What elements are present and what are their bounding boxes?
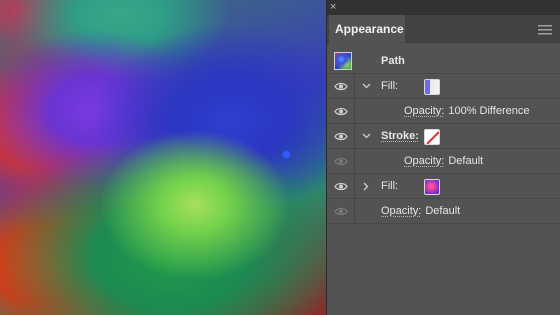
opacity-link[interactable]: Opacity: — [381, 205, 421, 217]
panel-title-bar: × — [327, 0, 560, 15]
fill-row-2[interactable]: Fill: — [327, 174, 560, 199]
fill-row-1[interactable]: Fill: — [327, 74, 560, 99]
opacity-link[interactable]: Opacity: — [404, 105, 444, 117]
appearance-attributes-list: Path Fill: Opacity: 100% Difference Stro… — [327, 48, 560, 224]
panel-tab-bar: Appearance — [327, 15, 560, 43]
panel-menu-icon[interactable] — [538, 23, 552, 35]
chevron-down-icon[interactable] — [360, 74, 372, 98]
fill-swatch-1[interactable] — [424, 79, 440, 95]
opacity-value: 100% Difference — [448, 105, 530, 117]
eye-icon[interactable] — [333, 107, 348, 116]
path-label: Path — [381, 54, 405, 67]
path-row[interactable]: Path — [327, 48, 560, 74]
eye-icon[interactable] — [333, 157, 348, 166]
chevron-right-icon[interactable] — [360, 174, 372, 198]
stroke-row[interactable]: Stroke: — [327, 124, 560, 149]
eye-icon[interactable] — [333, 207, 348, 216]
fill-label: Fill: — [381, 180, 399, 192]
opacity-row-2[interactable]: Opacity: Default — [327, 149, 560, 174]
anchor-point[interactable] — [283, 151, 290, 158]
opacity-row-3[interactable]: Opacity: Default — [327, 199, 560, 224]
fill-label: Fill: — [381, 80, 399, 92]
artboard-canvas[interactable] — [0, 0, 326, 315]
visibility-toggle[interactable] — [327, 199, 355, 223]
visibility-toggle[interactable] — [327, 149, 355, 173]
chevron-down-icon[interactable] — [360, 124, 372, 148]
visibility-toggle[interactable] — [327, 124, 355, 148]
opacity-value: Default — [448, 155, 484, 167]
visibility-toggle[interactable] — [327, 74, 355, 98]
stroke-swatch-none-icon[interactable] — [424, 129, 440, 145]
opacity-row-1[interactable]: Opacity: 100% Difference — [327, 99, 560, 124]
opacity-link[interactable]: Opacity: — [404, 155, 444, 167]
visibility-toggle[interactable] — [327, 99, 355, 123]
tab-appearance[interactable]: Appearance — [329, 15, 405, 43]
fill-swatch-2[interactable] — [424, 179, 440, 195]
visibility-toggle[interactable] — [327, 174, 355, 198]
path-thumbnail — [334, 52, 352, 70]
close-icon[interactable]: × — [330, 0, 336, 15]
appearance-panel: × Appearance Path Fill: Opacity: 100% Di… — [326, 0, 560, 315]
eye-icon[interactable] — [333, 82, 348, 91]
eye-icon[interactable] — [333, 132, 348, 141]
eye-icon[interactable] — [333, 182, 348, 191]
opacity-value: Default — [425, 205, 461, 217]
stroke-link[interactable]: Stroke: — [381, 130, 419, 142]
